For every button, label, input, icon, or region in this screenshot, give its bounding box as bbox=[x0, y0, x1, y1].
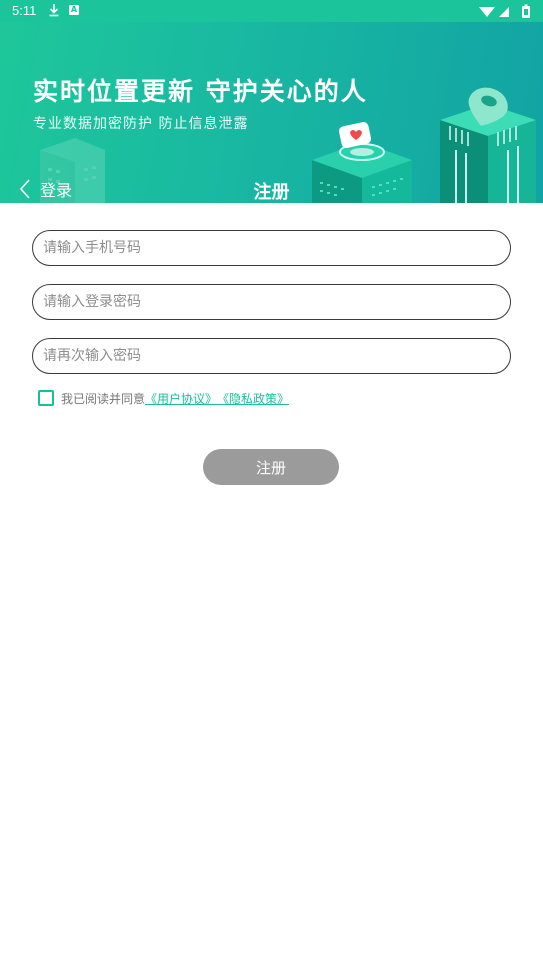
agreement-row: 我已阅读并同意 《用户协议》 《隐私政策》 bbox=[38, 389, 289, 407]
page-title: 注册 bbox=[253, 182, 290, 203]
user-agreement-link[interactable]: 《用户协议》 bbox=[145, 390, 217, 407]
status-bar: 5:11 A bbox=[0, 0, 543, 22]
status-icons bbox=[479, 4, 530, 18]
signal-icon bbox=[499, 7, 509, 17]
status-time: 5:11 bbox=[12, 3, 37, 18]
password-input[interactable] bbox=[32, 284, 511, 320]
header-banner: 5:11 A 实时位置更新 守护关心的人 专业数据加密防护 防止信息泄露 登录 … bbox=[0, 0, 543, 203]
download-icon bbox=[49, 4, 59, 17]
agreement-checkbox[interactable] bbox=[38, 390, 54, 406]
confirm-password-input[interactable] bbox=[32, 338, 511, 374]
banner-subtitle: 专业数据加密防护 防止信息泄露 bbox=[33, 116, 249, 132]
phone-input[interactable] bbox=[32, 230, 511, 266]
wifi-icon bbox=[479, 7, 495, 17]
register-button[interactable]: 注册 bbox=[203, 449, 339, 485]
register-form bbox=[32, 230, 511, 392]
agreement-text: 我已阅读并同意 bbox=[61, 391, 146, 406]
privacy-policy-link[interactable]: 《隐私政策》 bbox=[217, 390, 289, 407]
a-badge-icon: A bbox=[69, 5, 79, 15]
battery-icon bbox=[522, 4, 530, 18]
banner-title: 实时位置更新 守护关心的人 bbox=[33, 77, 368, 106]
